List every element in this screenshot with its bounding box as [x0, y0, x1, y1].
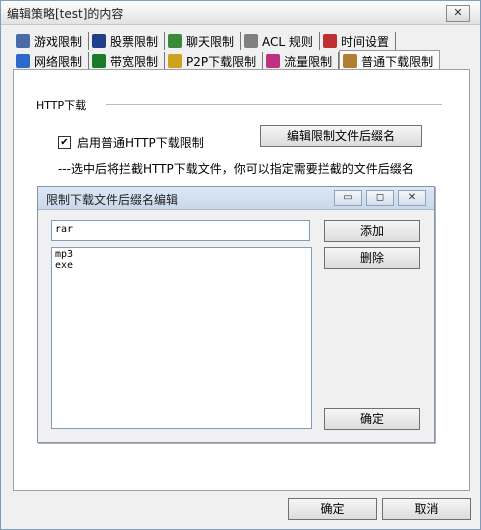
tab-chat[interactable]: 聊天限制 — [165, 32, 242, 50]
dialog-title-bar: 限制下载文件后缀名编辑 ▭ ◻ ✕ — [38, 187, 434, 210]
delete-button[interactable]: 删除 — [324, 247, 420, 269]
extension-list[interactable]: mp3 exe — [51, 247, 312, 429]
add-button[interactable]: 添加 — [324, 220, 420, 242]
maximize-button[interactable]: ◻ — [366, 190, 394, 206]
http-group-label: HTTP下载 — [36, 99, 87, 112]
acl-icon — [244, 34, 259, 48]
tab-label: 普通下载限制 — [361, 54, 434, 69]
checkbox-label: 启用普通HTTP下载限制 — [77, 136, 204, 150]
title-bar: 编辑策略[test]的内容 ✕ — [1, 1, 480, 25]
list-item[interactable]: mp3 — [55, 249, 308, 260]
dialog-title: 限制下载文件后缀名编辑 — [46, 193, 179, 207]
tab-acl[interactable]: ACL 规则 — [241, 32, 320, 50]
chat-icon — [168, 34, 183, 48]
close-button[interactable]: ✕ — [446, 5, 470, 22]
tab-network[interactable]: 网络限制 — [13, 52, 90, 70]
group-divider — [106, 104, 442, 105]
network-icon — [16, 54, 30, 68]
game-icon — [16, 34, 30, 48]
tab-clock[interactable]: 时间设置 — [320, 32, 396, 50]
dialog-ok-button[interactable]: 确定 — [324, 408, 420, 430]
minimize-button[interactable]: ▭ — [334, 190, 362, 206]
tab-label: 时间设置 — [340, 34, 389, 49]
download-icon — [343, 54, 358, 68]
ok-button[interactable]: 确定 — [288, 498, 377, 520]
tab-label: 流量限制 — [284, 54, 333, 69]
tab-label: 带宽限制 — [110, 54, 159, 69]
tab-label: 游戏限制 — [34, 34, 83, 49]
http-hint-text: ---选中后将拦截HTTP下载文件，你可以指定需要拦截的文件后缀名 — [58, 162, 414, 176]
window-title: 编辑策略[test]的内容 — [7, 7, 124, 21]
tab-game[interactable]: 游戏限制 — [13, 32, 90, 50]
extension-edit-dialog: 限制下载文件后缀名编辑 ▭ ◻ ✕ rar 添加 删除 mp3 exe 确定 — [37, 186, 435, 443]
tab-bandwidth[interactable]: 带宽限制 — [89, 52, 166, 70]
cancel-button[interactable]: 取消 — [382, 498, 471, 520]
tab-label: 网络限制 — [34, 54, 83, 69]
tab-label: ACL 规则 — [262, 34, 313, 49]
tab-label: 股票限制 — [110, 34, 159, 49]
list-item[interactable]: exe — [55, 260, 308, 271]
tab-p2p[interactable]: P2P下载限制 — [165, 52, 264, 70]
stock-icon — [92, 34, 107, 48]
extension-input[interactable]: rar — [51, 220, 310, 241]
tab-row-1: 游戏限制 股票限制 聊天限制 ACL 规则 时间设置 — [13, 32, 396, 51]
dialog-close-button[interactable]: ✕ — [398, 190, 426, 206]
tab-download[interactable]: 普通下载限制 — [339, 50, 441, 71]
bandwidth-icon — [92, 54, 107, 68]
edit-extensions-button[interactable]: 编辑限制文件后缀名 — [260, 125, 422, 147]
http-limit-checkbox[interactable]: ✔ 启用普通HTTP下载限制 — [58, 134, 204, 151]
p2p-icon — [168, 54, 183, 68]
tab-traffic[interactable]: 流量限制 — [263, 52, 340, 70]
tab-label: P2P下载限制 — [186, 54, 257, 69]
tab-label: 聊天限制 — [186, 34, 235, 49]
checkbox-box[interactable]: ✔ — [58, 136, 71, 149]
clock-icon — [322, 34, 337, 48]
tab-stock[interactable]: 股票限制 — [89, 32, 166, 50]
traffic-icon — [266, 54, 281, 68]
